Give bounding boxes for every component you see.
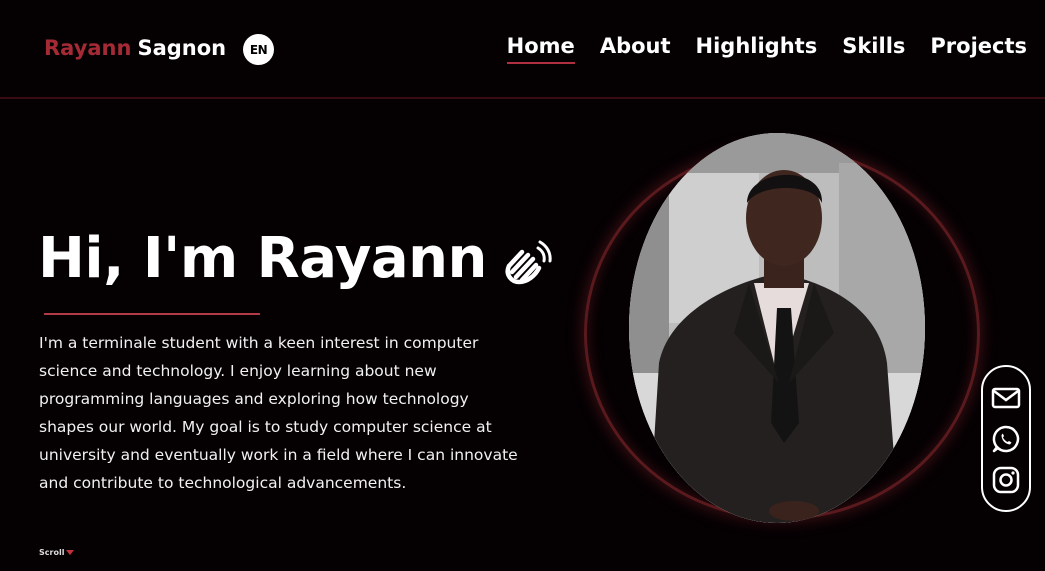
logo-first-name: Rayann	[44, 36, 132, 60]
nav-highlights[interactable]: Highlights	[696, 34, 818, 61]
scroll-indicator[interactable]: Scroll	[39, 548, 75, 557]
profile-photo-illustration	[629, 133, 925, 523]
nav-about[interactable]: About	[600, 34, 671, 61]
logo-last-name: Sagnon	[137, 36, 227, 60]
main-nav: Home About Highlights Skills Projects	[482, 34, 1027, 64]
language-toggle-button[interactable]: EN	[243, 34, 274, 65]
caret-down-icon	[66, 550, 75, 555]
instagram-icon[interactable]	[991, 465, 1021, 495]
site-header: Rayann Sagnon EN Home About Highlights Sk…	[0, 0, 1045, 99]
portfolio-page: Rayann Sagnon EN Home About Highlights Sk…	[0, 0, 1045, 571]
nav-projects[interactable]: Projects	[930, 34, 1027, 61]
scroll-label: Scroll	[39, 548, 65, 557]
waving-hand-icon	[495, 230, 553, 288]
social-links	[981, 365, 1031, 512]
hero-description: I'm a terminale student with a keen inte…	[39, 334, 518, 492]
site-logo[interactable]: Rayann Sagnon	[44, 36, 226, 64]
nav-home[interactable]: Home	[506, 34, 575, 64]
nav-skills[interactable]: Skills	[842, 34, 905, 61]
hero-title-text: Hi, I'm Rayann	[38, 226, 487, 291]
profile-photo	[629, 133, 925, 523]
mail-icon[interactable]	[991, 383, 1021, 413]
whatsapp-icon[interactable]	[991, 424, 1021, 454]
hero-title: Hi, I'm Rayann	[38, 226, 553, 291]
title-underline	[44, 313, 260, 315]
